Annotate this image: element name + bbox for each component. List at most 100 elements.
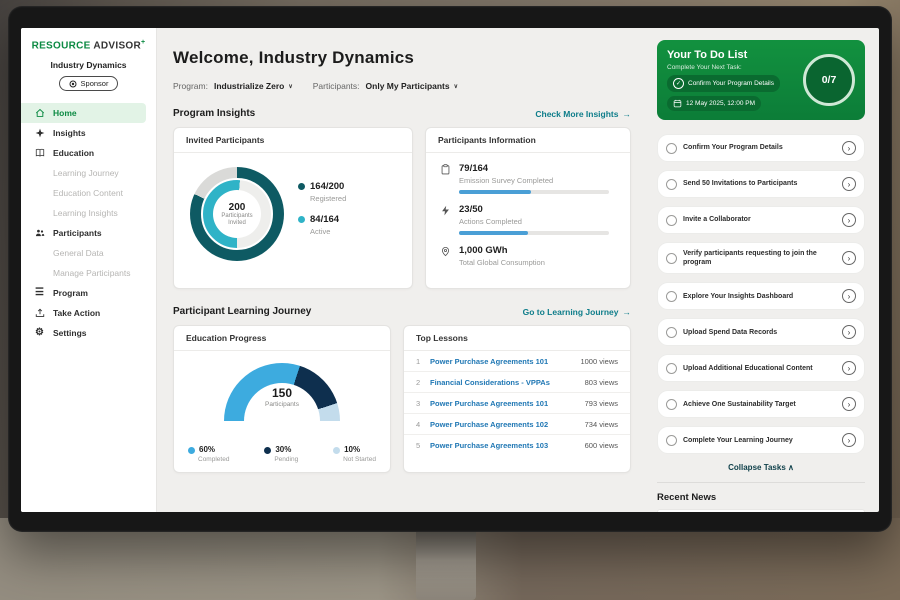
chevron-right-icon[interactable]: › (842, 361, 856, 375)
take-action-icon (35, 308, 46, 318)
task-checkbox[interactable] (666, 327, 677, 338)
main-content: Welcome, Industry Dynamics Program: Indu… (157, 28, 647, 512)
legend-dot (298, 183, 305, 190)
task-label: Confirm Your Program Details (683, 143, 836, 152)
sidebar-item-education-content[interactable]: Education Content (21, 183, 156, 203)
legend-label: Not Started (343, 456, 376, 463)
lesson-link[interactable]: Power Purchase Agreements 102 (430, 420, 585, 429)
lesson-link[interactable]: Power Purchase Agreements 103 (430, 441, 585, 450)
calendar-icon (673, 99, 682, 108)
program-select-value: Industrialize Zero (214, 81, 284, 91)
donut-center: 200 Participants Invited (213, 190, 261, 238)
gauge-center-label: Participants (224, 401, 340, 408)
program-filter-label: Program: (173, 81, 208, 91)
legend-dot (188, 447, 195, 454)
task-item[interactable]: Achieve One Sustainability Target › (657, 390, 865, 418)
desk-background: RESOURCE ADVISOR+ Industry Dynamics Spon… (0, 0, 900, 600)
donut-center-label: Participants Invited (213, 213, 261, 227)
lesson-link[interactable]: Financial Considerations - VPPAs (430, 378, 585, 387)
lesson-link[interactable]: Power Purchase Agreements 101 (430, 357, 580, 366)
legend-dot (333, 447, 340, 454)
task-item[interactable]: Upload Spend Data Records › (657, 318, 865, 346)
logo-plus: + (141, 39, 145, 46)
task-checkbox[interactable] (666, 215, 677, 226)
sidebar-item-education[interactable]: Education (21, 143, 156, 163)
task-checkbox[interactable] (666, 399, 677, 410)
logo-advisor: ADVISOR (93, 40, 141, 51)
task-label: Verify participants requesting to join t… (683, 249, 836, 267)
chevron-right-icon[interactable]: › (842, 177, 856, 191)
lesson-rank: 4 (416, 420, 430, 429)
participants-select[interactable]: Only My Participants ∨ (366, 81, 459, 91)
legend-value: 164/200 (310, 181, 346, 192)
app-window: RESOURCE ADVISOR+ Industry Dynamics Spon… (21, 28, 879, 512)
chevron-glyph: › (848, 364, 851, 373)
sidebar-item-program[interactable]: ☰ Program (21, 283, 156, 303)
legend-value: 30% (275, 445, 291, 454)
card-title: Education Progress (174, 326, 390, 351)
sidebar-item-settings[interactable]: ⚙ Settings (21, 323, 156, 343)
insights-cards: Invited Participants 200 Participants In… (173, 127, 631, 289)
chevron-right-icon[interactable]: › (842, 213, 856, 227)
arrow-right-icon: → (623, 109, 632, 119)
todo-progress-value: 0/7 (822, 74, 837, 86)
sidebar-item-learning-journey[interactable]: Learning Journey (21, 163, 156, 183)
chevron-up-icon: ∧ (788, 463, 794, 472)
collapse-tasks-button[interactable]: Collapse Tasks ∧ (657, 463, 865, 472)
card-title: Participants Information (426, 128, 630, 153)
check-icon: ✓ (673, 78, 684, 89)
program-select[interactable]: Industrialize Zero ∨ (214, 81, 293, 91)
task-item[interactable]: Invite a Collaborator › (657, 206, 865, 234)
sidebar-item-take-action[interactable]: Take Action (21, 303, 156, 323)
sidebar-item-label: Education Content (53, 188, 123, 198)
chevron-right-icon[interactable]: › (842, 325, 856, 339)
invited-participants-card: Invited Participants 200 Participants In… (173, 127, 413, 289)
sidebar-item-manage-participants[interactable]: Manage Participants (21, 263, 156, 283)
task-item[interactable]: Verify participants requesting to join t… (657, 242, 865, 274)
task-label: Upload Additional Educational Content (683, 364, 836, 373)
sidebar-item-participants[interactable]: Participants (21, 223, 156, 243)
todo-summary-card: Your To Do List Complete Your Next Task:… (657, 40, 865, 120)
task-item[interactable]: Explore Your Insights Dashboard › (657, 282, 865, 310)
chevron-right-icon[interactable]: › (842, 433, 856, 447)
todo-panel: Your To Do List Complete Your Next Task:… (647, 28, 879, 512)
task-item[interactable]: Complete Your Learning Journey › (657, 426, 865, 454)
task-checkbox[interactable] (666, 143, 677, 154)
legend-item-not-started: 10% Not Started (333, 445, 376, 463)
task-item[interactable]: Upload Additional Educational Content › (657, 354, 865, 382)
sidebar-item-general-data[interactable]: General Data (21, 243, 156, 263)
sidebar-item-label: Home (53, 108, 77, 118)
top-lessons-card: Top Lessons 1 Power Purchase Agreements … (403, 325, 631, 473)
task-checkbox[interactable] (666, 435, 677, 446)
sidebar-item-insights[interactable]: Insights (21, 123, 156, 143)
learning-journey-header: Participant Learning Journey Go to Learn… (173, 306, 631, 317)
lesson-link[interactable]: Power Purchase Agreements 101 (430, 399, 585, 408)
task-checkbox[interactable] (666, 363, 677, 374)
lesson-views: 803 views (585, 378, 618, 387)
next-task-pill[interactable]: ✓ Confirm Your Program Details (667, 75, 780, 92)
task-checkbox[interactable] (666, 179, 677, 190)
chevron-right-icon[interactable]: › (842, 397, 856, 411)
sidebar-item-home[interactable]: Home (21, 103, 146, 123)
sidebar-item-learning-insights[interactable]: Learning Insights (21, 203, 156, 223)
lesson-row: 1 Power Purchase Agreements 101 1000 vie… (404, 351, 630, 372)
task-checkbox[interactable] (666, 253, 677, 264)
stat-value: 1,000 GWh (459, 245, 545, 256)
chevron-glyph: › (848, 328, 851, 337)
education-progress-card: Education Progress 150 Participants 60 (173, 325, 391, 473)
check-more-insights-link[interactable]: Check More Insights → (535, 109, 631, 119)
legend-value: 60% (199, 445, 215, 454)
legend-item-active: 84/164 Active (298, 214, 346, 236)
go-to-learning-journey-link[interactable]: Go to Learning Journey → (523, 307, 631, 317)
gauge-center: 150 Participants (224, 386, 340, 408)
gauge-legend: 60% Completed 30% Pending 10% Not Starte… (174, 445, 390, 472)
chevron-right-icon[interactable]: › (842, 289, 856, 303)
sidebar-item-label: Manage Participants (53, 268, 131, 278)
task-checkbox[interactable] (666, 291, 677, 302)
task-item[interactable]: Send 50 Invitations to Participants › (657, 170, 865, 198)
next-task-label: Confirm Your Program Details (688, 80, 774, 87)
chevron-right-icon[interactable]: › (842, 141, 856, 155)
task-item[interactable]: Confirm Your Program Details › (657, 134, 865, 162)
donut-legend: 164/200 Registered 84/164 Active (298, 181, 346, 247)
chevron-right-icon[interactable]: › (842, 251, 856, 265)
